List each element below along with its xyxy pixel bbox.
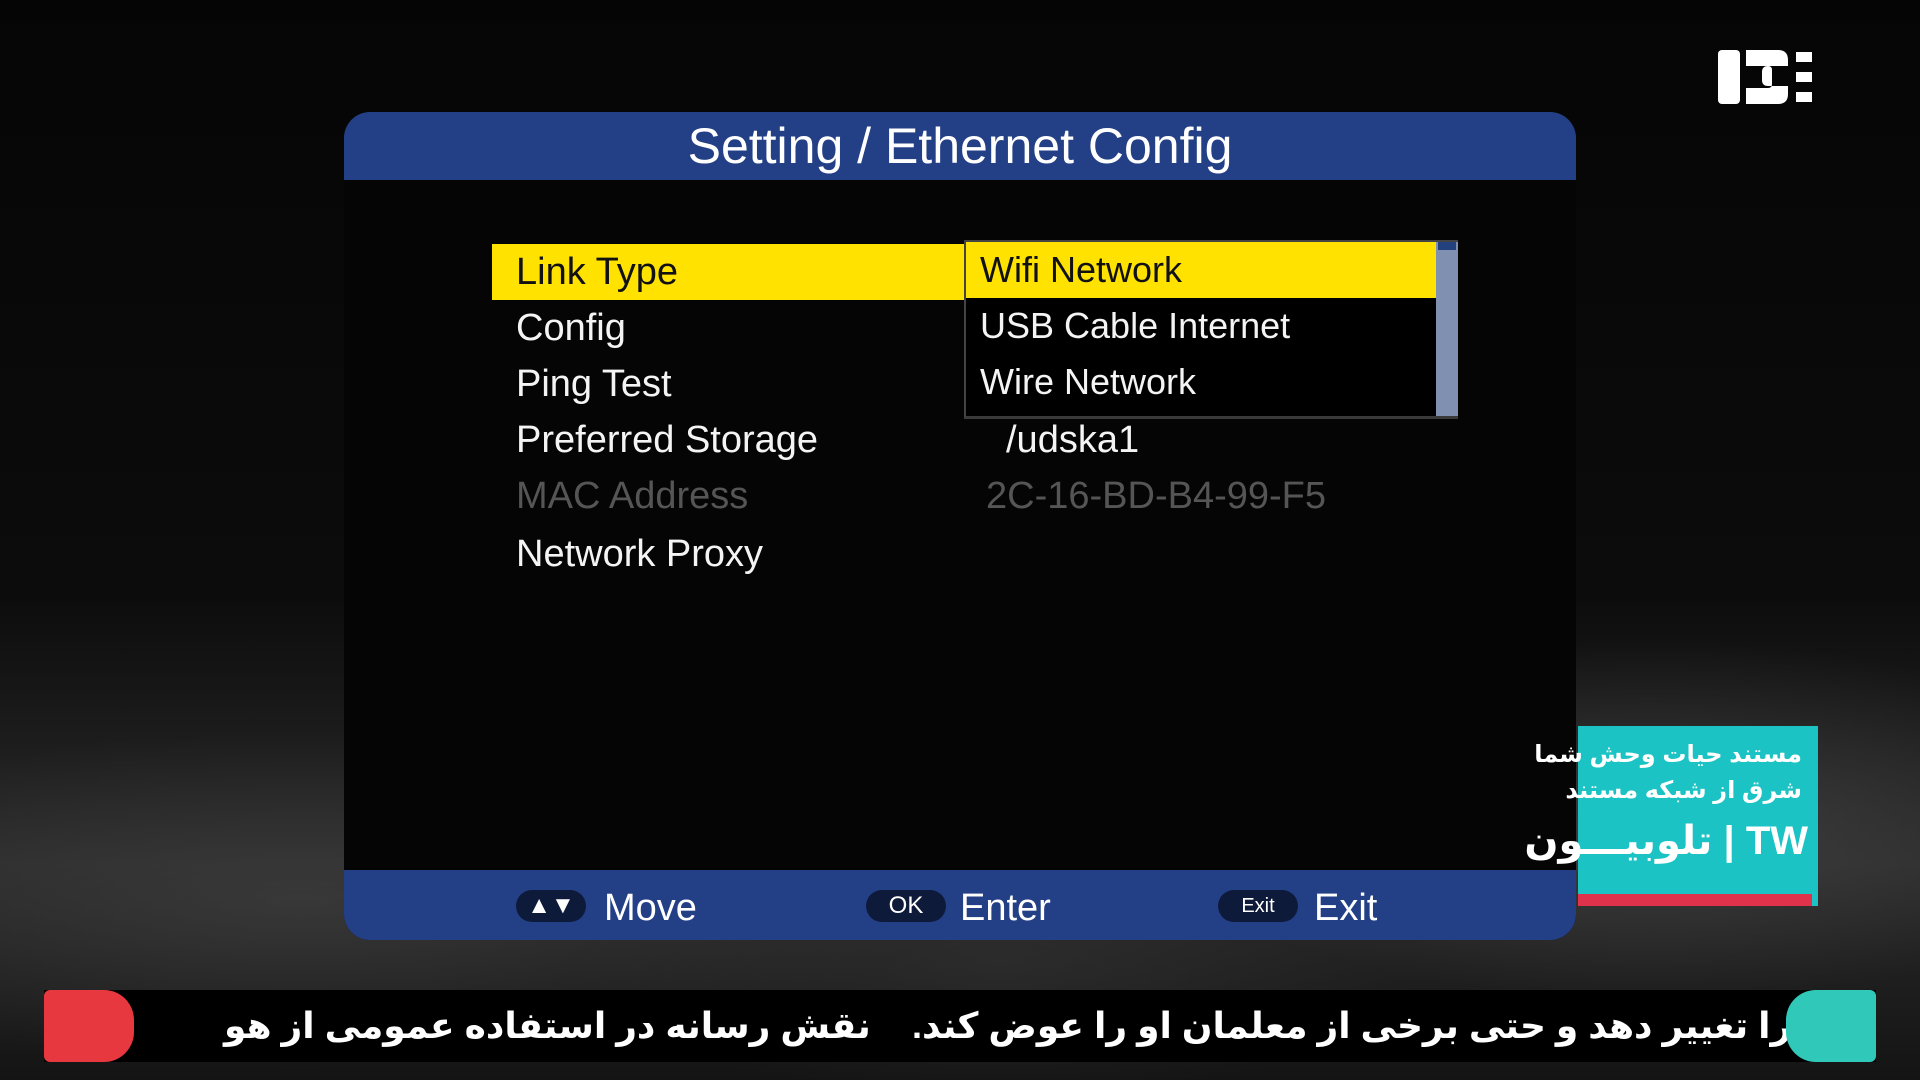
menu-item-label: Network Proxy [516, 533, 764, 575]
menu-item-label: Link Type [516, 251, 678, 293]
dialog-header: Setting / Ethernet Config [344, 112, 1576, 180]
dropdown-option-label: USB Cable Internet [980, 305, 1291, 346]
arrow-keys-icon: ▲▼ [516, 890, 586, 922]
dropdown-option-usb-cable-internet[interactable]: USB Cable Internet [966, 298, 1436, 354]
promo-accent-bar [1578, 894, 1812, 906]
ticker-left-cap [44, 990, 134, 1062]
preferred-storage-value: /udska1 [1006, 419, 1140, 461]
dropdown-option-label: Wifi Network [980, 249, 1183, 290]
dropdown-option-label: Wire Network [980, 361, 1197, 402]
hint-exit-label: Exit [1314, 887, 1378, 929]
ethernet-config-dialog: Setting / Ethernet Config Link Type Conf… [344, 112, 1576, 940]
ticker-text-right: را تغییر دهد و حتی برخی از معلمان او را … [912, 1005, 1792, 1046]
hint-enter-label: Enter [960, 887, 1051, 929]
exit-key-icon: Exit [1218, 890, 1298, 922]
menu-item-label: Ping Test [516, 363, 672, 405]
promo-line-2: شرق از شبکه مستند [1565, 777, 1802, 804]
dialog-title: Setting / Ethernet Config [687, 118, 1233, 174]
promo-line-1: مستند حیات وحش شما [1534, 741, 1802, 768]
mac-address-value: 2C-16-BD-B4-99-F5 [986, 475, 1326, 517]
dropdown-option-wifi-network[interactable]: Wifi Network [966, 242, 1436, 298]
scrollbar-thumb[interactable] [1438, 242, 1456, 250]
dropdown-option-wire-network[interactable]: Wire Network [966, 354, 1436, 410]
menu-item-mac-address: MAC Address 2C-16-BD-B4-99-F5 [492, 468, 1422, 524]
ticker-right-cap [1786, 990, 1876, 1062]
menu-item-label: MAC Address [516, 475, 749, 517]
menu-item-preferred-storage[interactable]: Preferred Storage /udska1 [492, 412, 1422, 468]
link-type-dropdown[interactable]: Wifi Network USB Cable Internet Wire Net… [964, 240, 1458, 419]
menu-item-label: Preferred Storage [516, 419, 819, 461]
news-ticker: نقش رسانه در استفاده عمومی از هو را تغیی… [44, 990, 1876, 1062]
promo-brand: TW | تلوبیـــون [1524, 819, 1808, 863]
ok-key-icon: OK [866, 890, 946, 922]
dropdown-scrollbar[interactable] [1436, 242, 1458, 416]
menu-item-label: Config [516, 307, 626, 349]
hint-move-label: Move [604, 887, 697, 929]
channel-logo-icon [1718, 50, 1812, 104]
ticker-text-left: نقش رسانه در استفاده عمومی از هو [224, 1005, 871, 1046]
dialog-footer: ▲▼ Move OK Enter Exit Exit [344, 870, 1576, 940]
menu-item-network-proxy[interactable]: Network Proxy [492, 526, 1422, 582]
promo-banner: مستند حیات وحش شما شرق از شبکه مستند TW … [1524, 726, 1818, 906]
